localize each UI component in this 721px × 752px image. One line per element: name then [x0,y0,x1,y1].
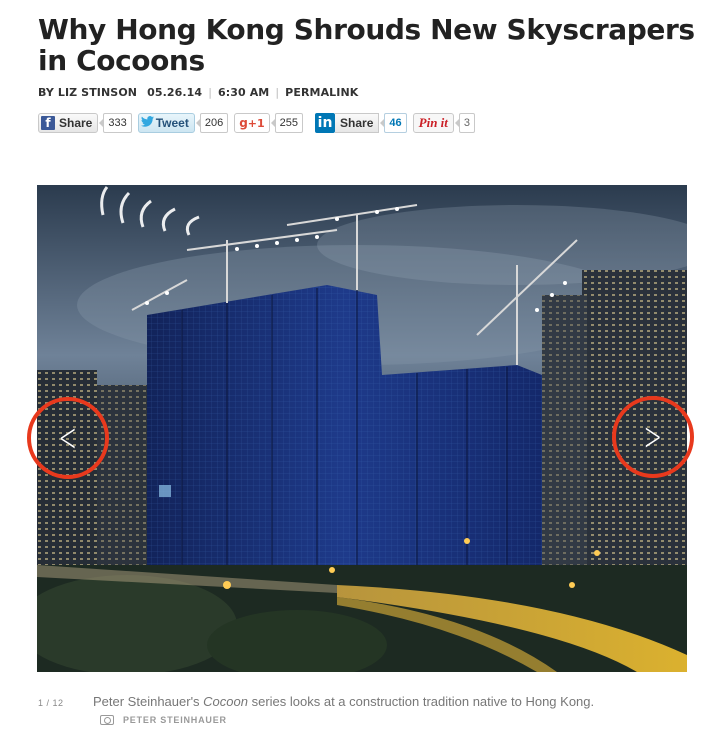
googleplus-plus-label: +1 [247,116,265,130]
linkedin-share-label: Share [335,113,380,133]
photo-credit-name: PETER STEINHAUER [123,715,227,725]
byline-separator: | [208,86,212,99]
caption-text: series looks at a construction tradition… [247,694,595,709]
googleplus-count: 255 [270,113,304,133]
googleplus-g-label: g [239,116,248,130]
camera-icon [100,715,114,725]
pinterest-pin-button[interactable]: Pin it [412,113,454,133]
twitter-tweet-count: 206 [195,113,229,133]
photo-credit: PETER STEINHAUER [100,715,227,725]
share-bar: f Share 333 Tweet 206 g +1 255 in Share … [38,112,481,134]
linkedin-share-button[interactable]: in Share [315,113,380,133]
linkedin-icon: in [315,113,336,133]
slide-caption: Peter Steinhauer's Cocoon series looks a… [93,694,594,709]
facebook-icon: f [41,116,55,130]
twitter-bird-icon [140,116,154,130]
author-link[interactable]: BY LIZ STINSON [38,86,137,99]
facebook-share-label: Share [59,116,93,130]
publish-date: 05.26.14 [147,86,203,99]
byline: BY LIZ STINSON 05.26.14 | 6:30 AM | PERM… [38,86,358,99]
permalink-link[interactable]: PERMALINK [285,86,358,99]
caption-text: Peter Steinhauer's [93,694,204,709]
facebook-share-count: 333 [99,113,132,133]
facebook-share-button[interactable]: f Share [38,113,99,133]
chevron-right-icon: > [643,414,663,460]
pinterest-pin-count: 3 [454,113,476,133]
twitter-tweet-button[interactable]: Tweet [137,113,195,133]
publish-time: 6:30 AM [218,86,270,99]
cocooned-skyscrapers-photo [37,185,687,672]
twitter-tweet-label: Tweet [155,116,189,130]
gallery-next-button[interactable]: > [612,396,694,478]
googleplus-button[interactable]: g +1 [234,113,270,133]
slide-counter: 1 / 12 [38,698,64,708]
gallery-image[interactable] [37,185,687,672]
linkedin-share-count: 46 [380,113,407,133]
byline-separator: | [275,86,280,99]
gallery-prev-button[interactable]: < [27,397,109,479]
article-title: Why Hong Kong Shrouds New Skyscrapers in… [38,13,695,77]
caption-series-name: Cocoon [203,694,248,709]
chevron-left-icon: < [58,415,78,461]
gallery-caption-row: 1 / 12 Peter Steinhauer's Cocoon series … [38,694,698,709]
